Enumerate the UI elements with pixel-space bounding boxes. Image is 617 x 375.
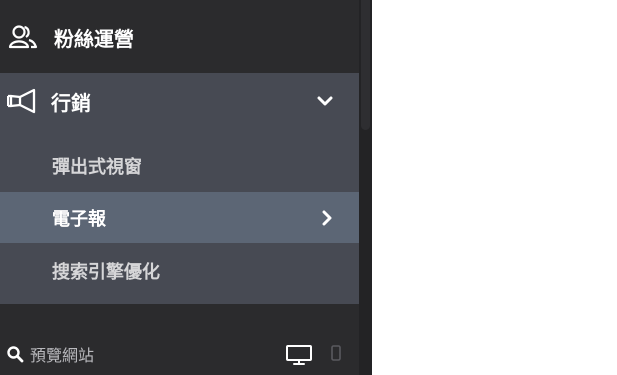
- submenu-item-newsletter[interactable]: 電子報: [0, 192, 359, 243]
- submenu-item-label: 搜索引擎優化: [52, 262, 160, 283]
- submenu-item-popup[interactable]: 彈出式視窗: [0, 140, 359, 192]
- submenu-item-label: 彈出式視窗: [52, 157, 142, 178]
- desktop-icon[interactable]: [285, 344, 313, 366]
- sidebar-nav: 粉絲運營 行銷 彈出式視窗 電子報 搜索引擎優化 預覽網站: [0, 0, 372, 375]
- search-icon: [6, 345, 24, 363]
- people-icon: [8, 24, 38, 50]
- submenu-item-seo[interactable]: 搜索引擎優化: [0, 245, 359, 297]
- scrollbar-thumb[interactable]: [361, 0, 370, 130]
- chevron-down-icon[interactable]: [317, 95, 333, 107]
- sidebar-item-fans-ops[interactable]: 粉絲運營: [0, 10, 359, 64]
- megaphone-icon: [7, 88, 39, 114]
- preview-site-label: 預覽網站: [30, 346, 95, 365]
- mobile-icon[interactable]: [330, 344, 342, 364]
- sidebar-item-marketing[interactable]: 行銷: [0, 73, 359, 129]
- sidebar-item-label: 粉絲運營: [54, 26, 134, 51]
- submenu-item-label: 電子報: [52, 208, 106, 230]
- sidebar-item-label: 行銷: [51, 90, 91, 115]
- preview-site-link[interactable]: 預覽網站: [6, 342, 94, 366]
- chevron-right-icon: [321, 210, 333, 226]
